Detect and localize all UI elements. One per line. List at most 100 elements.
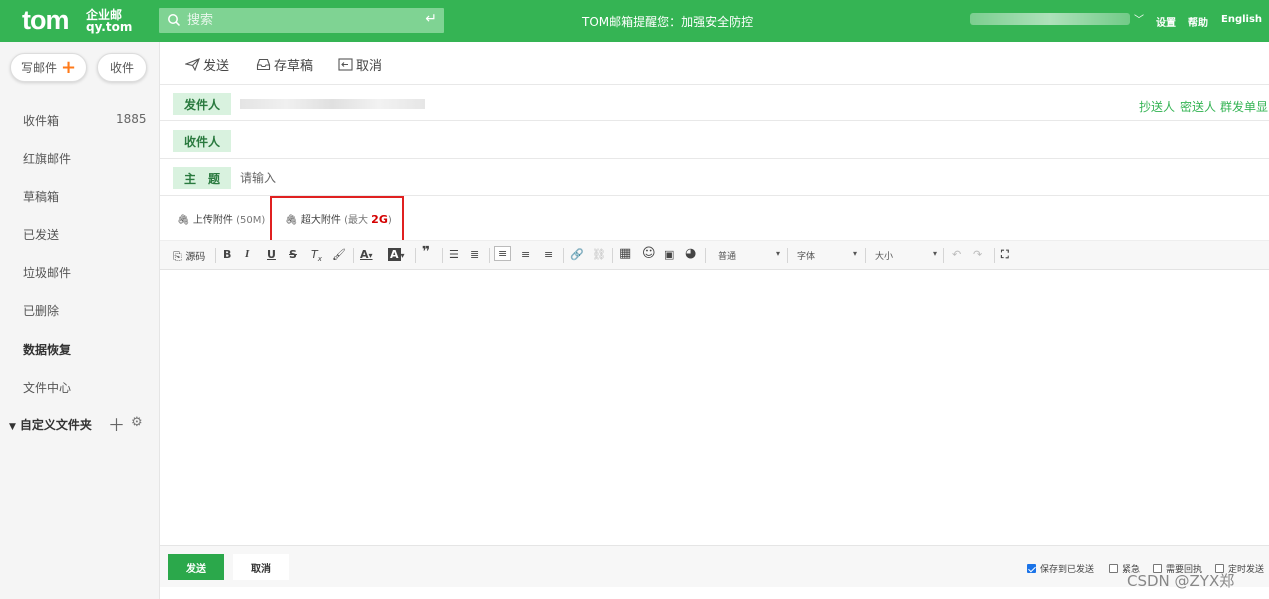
source-code-button[interactable]: ⎘ 源码 — [173, 248, 205, 264]
format-painter-icon[interactable]: 🖌 — [332, 248, 346, 261]
source-label: 源码 — [185, 252, 206, 263]
bold-icon[interactable]: B — [223, 248, 231, 261]
sidebar-item-deleted[interactable]: 已删除 — [23, 302, 59, 319]
plus-icon: + — [60, 56, 77, 78]
cancel-button[interactable]: 取消 — [233, 554, 289, 580]
search-icon[interactable] — [167, 13, 181, 27]
sidebar-item-inbox[interactable]: 收件箱 — [23, 112, 59, 129]
bullet-list-icon[interactable]: ☰ — [449, 248, 459, 261]
search-box: ↵ — [159, 8, 444, 33]
sidebar-item-flagged[interactable]: 红旗邮件 — [23, 150, 71, 167]
tray-icon — [256, 58, 271, 71]
group-send-link[interactable]: 群发单显 — [1220, 98, 1268, 115]
cc-link[interactable]: 抄送人 — [1139, 98, 1175, 115]
save-to-sent-checkbox[interactable] — [1027, 564, 1036, 573]
image-icon[interactable]: ▣ — [664, 248, 674, 261]
logo-text: tom — [22, 5, 69, 35]
divider — [787, 248, 788, 263]
search-input[interactable] — [187, 11, 417, 30]
quote-icon[interactable]: ❞ — [422, 244, 430, 260]
save-to-sent-label: 保存到已发送 — [1040, 565, 1095, 575]
exit-icon — [338, 58, 353, 71]
send-button[interactable]: 发送 — [168, 554, 224, 580]
link-icon[interactable]: 🔗 — [570, 248, 584, 261]
highlight-color-icon[interactable]: A ▾ — [388, 248, 405, 261]
cancel-toolbar-button[interactable]: 取消 — [338, 55, 382, 74]
sidebar-item-spam[interactable]: 垃圾邮件 — [23, 264, 71, 281]
sidebar-item-sent[interactable]: 已发送 — [23, 226, 59, 243]
source-icon: ⎘ — [173, 250, 182, 263]
align-left-icon[interactable]: ≡ — [494, 246, 512, 261]
save-draft-button[interactable]: 存草稿 — [256, 55, 313, 74]
top-bar: tom 企业邮 qy.tom ↵ TOM邮箱提醒您：加强安全防控 ﹀ 设置 帮助… — [0, 0, 1269, 42]
save-to-sent-option[interactable]: 保存到已发送 — [1027, 562, 1094, 575]
font-size-select[interactable]: 大小 ▾ — [875, 249, 937, 262]
add-folder-icon[interactable]: ＋ — [108, 411, 125, 436]
compass-icon[interactable]: ◕ — [685, 246, 696, 261]
chevron-down-icon[interactable]: ﹀ — [1134, 11, 1144, 26]
chevron-down-icon: ▾ — [933, 249, 938, 258]
redo-icon[interactable]: ↷ — [973, 248, 982, 261]
help-link[interactable]: 帮助 — [1188, 14, 1208, 29]
from-label: 发件人 — [173, 93, 231, 115]
table-icon[interactable]: ▦ — [619, 246, 631, 261]
divider — [943, 248, 944, 263]
settings-link[interactable]: 设置 — [1156, 14, 1176, 29]
numbered-list-icon[interactable]: ≣ — [470, 248, 479, 261]
divider — [563, 248, 564, 263]
paragraph-select[interactable]: 普通 ▾ — [718, 249, 780, 262]
receive-button[interactable]: 收件 — [97, 53, 147, 82]
language-link[interactable]: English — [1221, 14, 1262, 25]
to-row[interactable]: 收件人 — [160, 122, 1269, 159]
message-body-editor[interactable] — [160, 271, 1269, 545]
fullscreen-icon[interactable]: ⛶ — [1001, 248, 1009, 262]
upload-attachment-button[interactable]: 🖇 上传附件 (50M) — [177, 211, 265, 226]
paper-plane-icon — [185, 58, 200, 71]
from-row: 发件人 抄送人 密送人 群发单显 — [160, 84, 1269, 121]
gear-icon[interactable]: ⚙ — [131, 415, 143, 430]
clear-format-icon[interactable]: Tx — [311, 248, 322, 263]
bcc-link[interactable]: 密送人 — [1180, 98, 1216, 115]
divider — [215, 248, 216, 263]
font-color-icon[interactable]: A▾ — [360, 248, 373, 261]
underline-icon[interactable]: U — [267, 248, 276, 261]
divider — [612, 248, 613, 263]
sidebar-item-file-center[interactable]: 文件中心 — [23, 379, 71, 396]
chevron-down-icon: ▾ — [776, 249, 781, 258]
large-limit-value: 2G — [371, 213, 388, 226]
subject-input[interactable] — [240, 168, 840, 188]
compose-label: 写邮件 — [20, 61, 57, 75]
sidebar-item-data-recovery[interactable]: 数据恢复 — [23, 341, 71, 358]
unlink-icon[interactable]: ⛓ — [592, 248, 606, 261]
sidebar-item-drafts[interactable]: 草稿箱 — [23, 188, 59, 205]
subject-label: 主 题 — [173, 167, 231, 189]
divider — [353, 248, 354, 263]
undo-icon[interactable]: ↶ — [952, 248, 961, 261]
watermark: CSDN @ZYX郑 — [1127, 572, 1235, 590]
editor-toolbar: ⎘ 源码 B I U S Tx 🖌 A▾ A ▾ ❞ ☰ ≣ ≡ ≡ ≡ 🔗 ⛓ … — [160, 240, 1269, 270]
enter-icon[interactable]: ↵ — [425, 11, 437, 27]
send-toolbar-button[interactable]: 发送 — [185, 55, 229, 74]
paperclip-icon: 🖇 — [177, 215, 190, 226]
caret-down-icon: ▼ — [9, 422, 16, 432]
sidebar: 写邮件 + 收件 收件箱 1885 红旗邮件 草稿箱 已发送 垃圾邮件 已删除 … — [0, 42, 159, 599]
custom-folders-toggle[interactable]: ▼ 自定义文件夹 — [9, 416, 92, 433]
compose-panel: 发送 存草稿 取消 发件人 抄送人 密送人 群发单显 收件人 主 题 🖇 上传附… — [159, 42, 1269, 599]
align-center-icon[interactable]: ≡ — [521, 248, 530, 261]
font-family-select[interactable]: 字体 ▾ — [797, 249, 857, 262]
account-name-blurred[interactable] — [970, 13, 1130, 25]
upload-attachment-label: 上传附件 — [192, 215, 233, 226]
align-right-icon[interactable]: ≡ — [544, 248, 553, 261]
italic-icon[interactable]: I — [245, 248, 249, 260]
strikethrough-icon[interactable]: S — [289, 248, 297, 261]
attachment-row: 🖇 上传附件 (50M) 🖇 超大附件 (最大 2G) — [160, 196, 1269, 244]
divider — [705, 248, 706, 263]
paragraph-select-value: 普通 — [718, 252, 737, 262]
urgent-checkbox[interactable] — [1109, 564, 1118, 573]
large-attachment-button[interactable]: 🖇 超大附件 (最大 2G) — [285, 211, 392, 226]
divider — [489, 248, 490, 263]
emoji-icon[interactable]: ☺ — [642, 246, 656, 261]
compose-button[interactable]: 写邮件 + — [10, 53, 87, 82]
save-draft-label: 存草稿 — [274, 59, 314, 74]
sender-address-blurred[interactable] — [240, 99, 425, 109]
